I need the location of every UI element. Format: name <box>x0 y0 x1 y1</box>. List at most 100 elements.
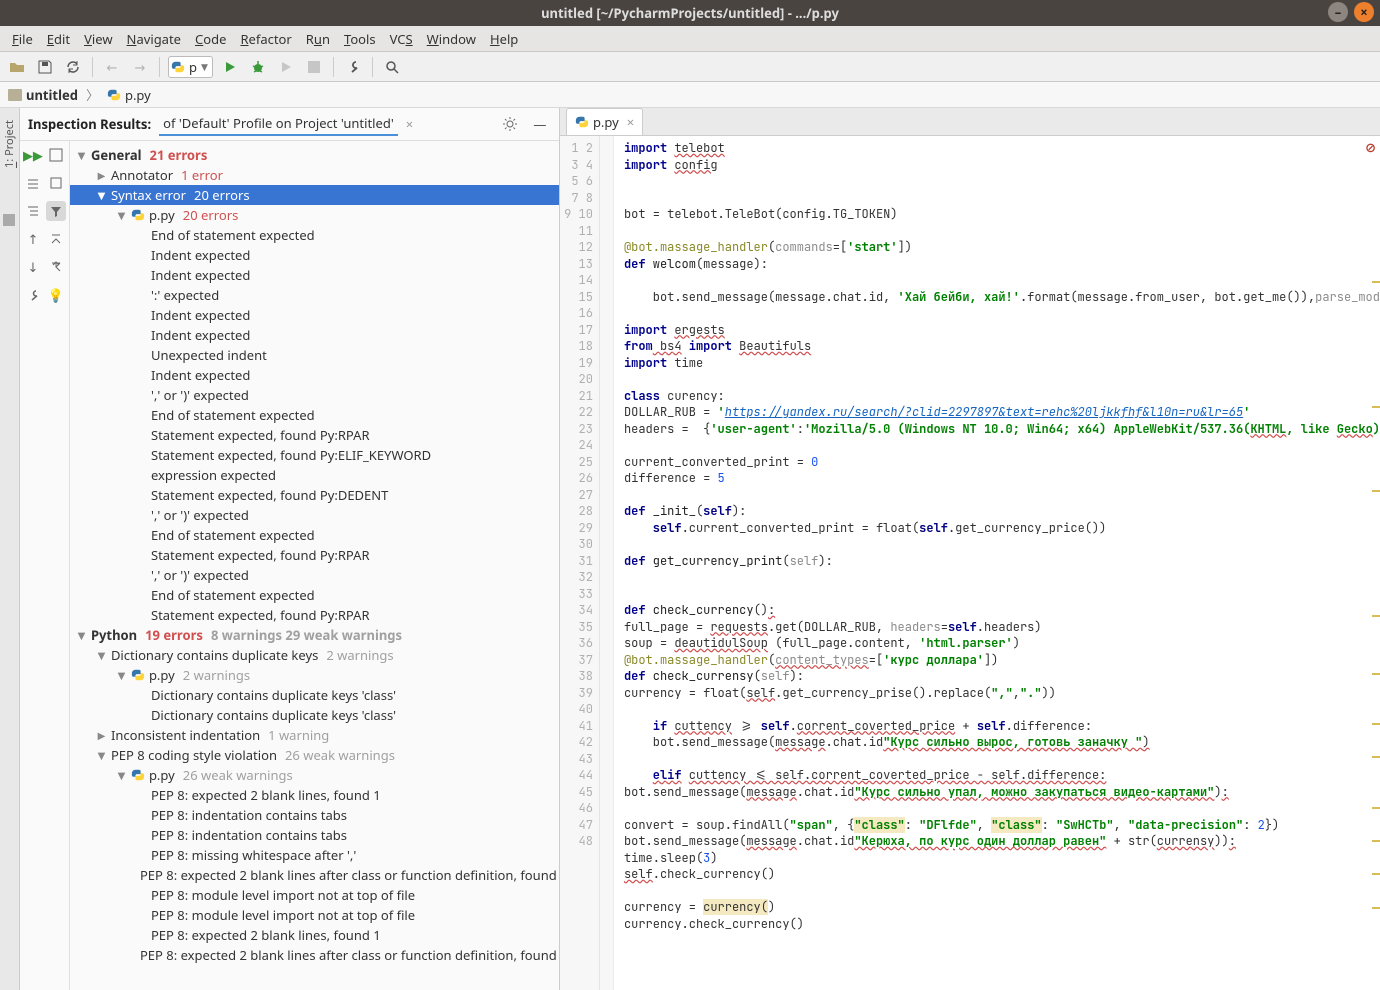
run-button[interactable] <box>219 56 241 78</box>
settings-button[interactable] <box>23 285 43 305</box>
debug-button[interactable] <box>247 56 269 78</box>
tree-item[interactable]: End of statement expected <box>70 525 559 545</box>
gear-icon[interactable] <box>499 113 521 135</box>
prev-occurrence-button[interactable]: ↑ <box>23 229 43 249</box>
close-inspection-button[interactable] <box>46 145 66 165</box>
tree-item[interactable]: Statement expected, found Py:ELIF_KEYWOR… <box>70 445 559 465</box>
tree-item[interactable]: PEP 8: module level import not at top of… <box>70 885 559 905</box>
menubar: File Edit View Navigate Code Refactor Ru… <box>0 26 1380 52</box>
nav-forward-button[interactable]: → <box>129 56 151 78</box>
tree-item[interactable]: End of statement expected <box>70 225 559 245</box>
structure-toolwindow-tab[interactable] <box>3 214 15 226</box>
error-stripe[interactable] <box>1372 156 1380 990</box>
tree-item[interactable]: ',' or ')' expected <box>70 385 559 405</box>
tree-item[interactable]: Unexpected indent <box>70 345 559 365</box>
run-coverage-button[interactable] <box>275 56 297 78</box>
editor-tab-file[interactable]: p.py × <box>566 108 643 135</box>
menu-edit[interactable]: Edit <box>41 28 76 50</box>
code-editor[interactable]: import telebot import config bot = teleb… <box>614 136 1380 990</box>
tree-item[interactable]: Indent expected <box>70 245 559 265</box>
run-config-dropdown[interactable]: p ▼ <box>168 56 213 78</box>
tree-item[interactable]: Indent expected <box>70 325 559 345</box>
tree-group-general[interactable]: ▼General21 errors <box>70 145 559 165</box>
save-all-button[interactable] <box>34 56 56 78</box>
stop-button[interactable] <box>303 56 325 78</box>
tree-item[interactable]: PEP 8: missing whitespace after ',' <box>70 845 559 865</box>
expand-all-button[interactable] <box>23 173 43 193</box>
inspection-profile-tab[interactable]: of 'Default' Profile on Project 'untitle… <box>159 112 398 136</box>
tree-file-pep8[interactable]: ▼p.py26 weak warnings <box>70 765 559 785</box>
quickfix-button[interactable]: 💡 <box>46 285 66 305</box>
export-button[interactable] <box>46 257 66 277</box>
error-indicator-icon[interactable]: ⊘ <box>1365 138 1376 156</box>
inspection-toolbar: ▶▶ ↑ ↓ 💡 <box>20 141 70 990</box>
tree-item[interactable]: expression expected <box>70 465 559 485</box>
tree-group-pep8[interactable]: ▼PEP 8 coding style violation26 weak war… <box>70 745 559 765</box>
sync-button[interactable] <box>62 56 84 78</box>
tree-group-syntax-error[interactable]: ▼Syntax error20 errors <box>70 185 559 205</box>
breadcrumb-file[interactable]: p.py <box>103 84 155 106</box>
tree-item[interactable]: PEP 8: indentation contains tabs <box>70 805 559 825</box>
window-titlebar: untitled [~/PycharmProjects/untitled] - … <box>0 0 1380 26</box>
group-by-button[interactable] <box>23 201 43 221</box>
breadcrumb-bar: untitled 〉 p.py <box>0 82 1380 108</box>
tree-item[interactable]: ',' or ')' expected <box>70 505 559 525</box>
tree-item[interactable]: End of statement expected <box>70 405 559 425</box>
nav-back-button[interactable]: ← <box>101 56 123 78</box>
breadcrumb-project[interactable]: untitled <box>4 84 82 106</box>
tree-group-duplicate-keys[interactable]: ▼Dictionary contains duplicate keys2 war… <box>70 645 559 665</box>
tree-group-inconsistent-indent[interactable]: ▶Inconsistent indentation1 warning <box>70 725 559 745</box>
menu-tools[interactable]: Tools <box>338 28 382 50</box>
tree-item[interactable]: Statement expected, found Py:DEDENT <box>70 485 559 505</box>
tree-item[interactable]: Statement expected, found Py:RPAR <box>70 425 559 445</box>
menu-code[interactable]: Code <box>189 28 232 50</box>
window-minimize-button[interactable]: – <box>1328 2 1348 22</box>
filter-button[interactable] <box>46 201 66 221</box>
autoscroll-button[interactable] <box>46 229 66 249</box>
tree-item[interactable]: PEP 8: expected 2 blank lines, found 1 <box>70 925 559 945</box>
tree-file-dup[interactable]: ▼p.py2 warnings <box>70 665 559 685</box>
hide-panel-button[interactable]: — <box>529 113 551 135</box>
collapse-all-button[interactable] <box>46 173 66 193</box>
menu-view[interactable]: View <box>78 28 118 50</box>
open-file-button[interactable] <box>6 56 28 78</box>
menu-refactor[interactable]: Refactor <box>234 28 297 50</box>
next-occurrence-button[interactable]: ↓ <box>23 257 43 277</box>
line-number-gutter[interactable]: 1 2 3 4 5 6 7 8 9 10 11 12 13 14 15 16 1… <box>560 136 600 990</box>
tree-item[interactable]: Dictionary contains duplicate keys 'clas… <box>70 685 559 705</box>
menu-window[interactable]: Window <box>421 28 482 50</box>
tree-group-annotator[interactable]: ▶Annotator1 error <box>70 165 559 185</box>
tree-item[interactable]: PEP 8: expected 2 blank lines after clas… <box>70 945 559 965</box>
inspection-tree[interactable]: ▼General21 errors▶Annotator1 error▼Synta… <box>70 141 559 990</box>
tree-item[interactable]: ',' or ')' expected <box>70 565 559 585</box>
tree-item[interactable]: Indent expected <box>70 265 559 285</box>
tree-item[interactable]: PEP 8: indentation contains tabs <box>70 825 559 845</box>
tree-item[interactable]: Dictionary contains duplicate keys 'clas… <box>70 705 559 725</box>
tree-item[interactable]: ':' expected <box>70 285 559 305</box>
menu-run[interactable]: Run <box>300 28 336 50</box>
tree-item[interactable]: End of statement expected <box>70 585 559 605</box>
search-everywhere-button[interactable] <box>381 56 403 78</box>
close-tab-icon[interactable]: × <box>406 115 413 133</box>
window-close-button[interactable]: × <box>1354 2 1374 22</box>
window-title: untitled [~/PycharmProjects/untitled] - … <box>541 4 839 22</box>
chevron-right-icon: 〉 <box>86 85 99 104</box>
tree-item[interactable]: Statement expected, found Py:RPAR <box>70 545 559 565</box>
tree-item[interactable]: PEP 8: expected 2 blank lines, found 1 <box>70 785 559 805</box>
menu-file[interactable]: File <box>6 28 39 50</box>
tree-file-syntax[interactable]: ▼p.py20 errors <box>70 205 559 225</box>
tree-item[interactable]: PEP 8: expected 2 blank lines after clas… <box>70 865 559 885</box>
menu-help[interactable]: Help <box>484 28 524 50</box>
tree-item[interactable]: Indent expected <box>70 365 559 385</box>
tree-group-python[interactable]: ▼Python19 errors8 warnings 29 weak warni… <box>70 625 559 645</box>
tree-item[interactable]: Statement expected, found Py:RPAR <box>70 605 559 625</box>
tree-item[interactable]: PEP 8: module level import not at top of… <box>70 905 559 925</box>
rerun-inspection-button[interactable]: ▶▶ <box>23 145 43 165</box>
fold-gutter[interactable] <box>600 136 614 990</box>
tree-item[interactable]: Indent expected <box>70 305 559 325</box>
menu-vcs[interactable]: VCS <box>384 28 419 50</box>
close-tab-icon[interactable]: × <box>627 113 634 131</box>
project-toolwindow-tab[interactable]: 1: Project <box>2 114 17 174</box>
menu-navigate[interactable]: Navigate <box>121 28 187 50</box>
project-structure-button[interactable] <box>342 56 364 78</box>
